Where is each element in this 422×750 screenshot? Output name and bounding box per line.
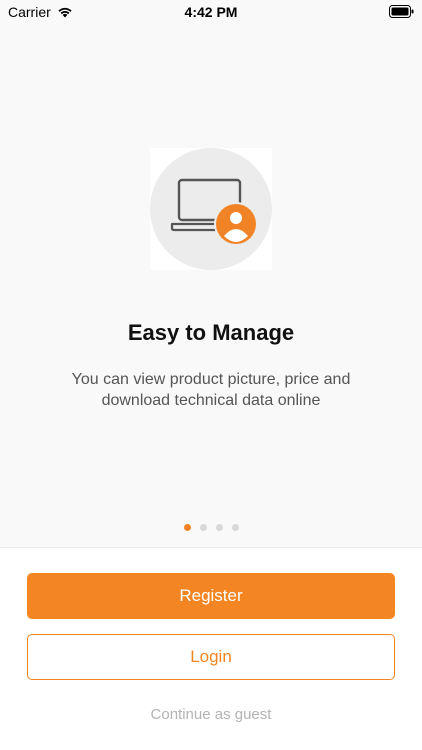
divider: [0, 547, 422, 548]
laptop-user-icon: [170, 178, 258, 246]
onboarding-carousel[interactable]: Carrier 4:42 PM Easy to Manage You can v…: [0, 0, 422, 547]
onboarding-description: You can view product picture, price and …: [71, 371, 351, 409]
onboarding-title: Easy to Manage: [127, 320, 295, 345]
page-dot-2[interactable]: [199, 524, 207, 531]
page-indicator[interactable]: [0, 524, 422, 531]
login-button[interactable]: Login: [27, 634, 395, 680]
onboarding-illustration: [150, 148, 272, 270]
welcome-screen: Carrier 4:42 PM Easy to Manage You can v…: [0, 0, 422, 750]
battery-icon: [389, 5, 414, 18]
status-bar: Carrier 4:42 PM: [0, 0, 422, 24]
page-dot-4[interactable]: [231, 524, 239, 531]
continue-as-guest-link[interactable]: Continue as guest: [0, 706, 422, 723]
page-dot-1[interactable]: [183, 524, 191, 531]
status-time: 4:42 PM: [184, 4, 238, 20]
page-dot-3[interactable]: [215, 524, 223, 531]
register-button[interactable]: Register: [27, 573, 395, 619]
